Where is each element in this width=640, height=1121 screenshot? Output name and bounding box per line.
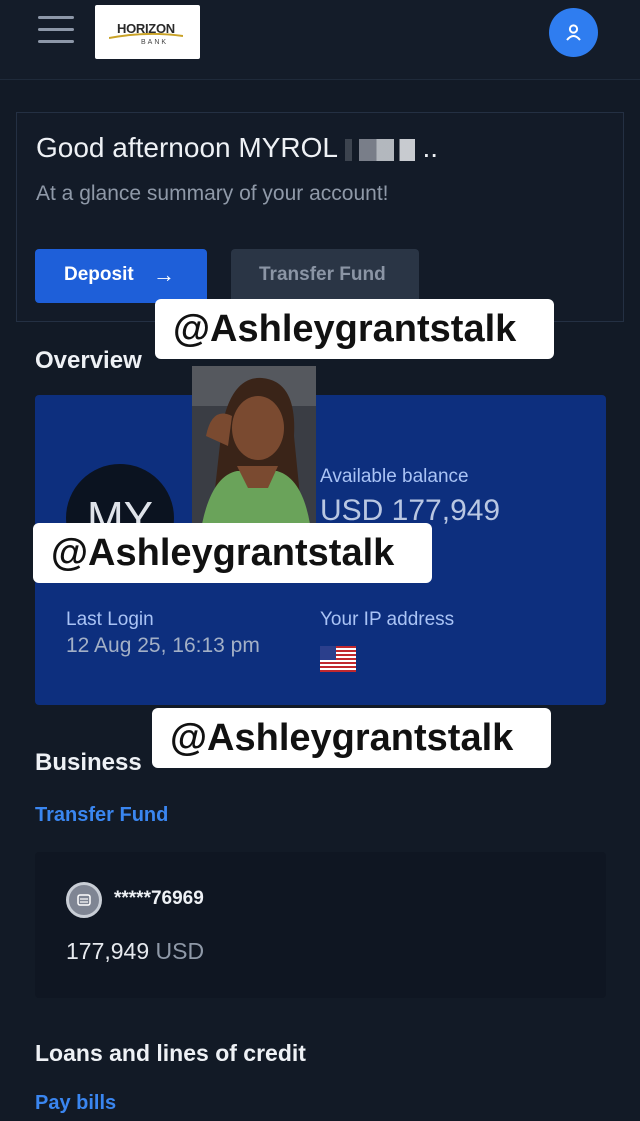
greeting-suffix: .. [422, 132, 439, 163]
hamburger-menu-icon[interactable] [38, 16, 74, 46]
redacted-name [344, 138, 415, 161]
deposit-label: Deposit [64, 264, 134, 285]
last-login-label: Last Login [66, 609, 154, 630]
greeting-text: Good afternoon MYROL [36, 132, 337, 163]
summary-subtitle: At a glance summary of your account! [36, 182, 389, 205]
transfer-fund-link[interactable]: Transfer Fund [35, 804, 168, 827]
watermark-label: @Ashleygrantstalk [33, 523, 432, 583]
logo-sub: BANK [141, 39, 169, 46]
account-balance-amount: 177,949 [66, 938, 150, 964]
user-icon [566, 24, 581, 41]
profile-button[interactable] [549, 8, 598, 57]
business-account-title: Business [35, 749, 142, 776]
account-balance: 177,949 USD [66, 938, 204, 965]
greeting-heading: Good afternoon MYROL .. [36, 132, 438, 164]
pay-bills-link[interactable]: Pay bills [35, 1092, 116, 1115]
overlay-photo [192, 366, 316, 524]
transfer-fund-label: Transfer Fund [259, 264, 386, 285]
ip-address-label: Your IP address [320, 609, 455, 630]
account-balance-currency: USD [155, 938, 205, 964]
top-bar: HORIZON BANK [0, 0, 640, 80]
watermark-label: @Ashleygrantstalk [155, 299, 554, 359]
overview-title: Overview [35, 347, 142, 374]
loans-title: Loans and lines of credit [35, 1040, 306, 1066]
deposit-button[interactable]: Deposit → [35, 249, 207, 303]
transfer-fund-button[interactable]: Transfer Fund [231, 249, 419, 303]
account-number: *****76969 [114, 888, 204, 909]
account-card[interactable] [35, 852, 606, 998]
arrow-right-icon: → [153, 262, 175, 287]
last-login-value: 12 Aug 25, 16:13 pm [66, 634, 260, 657]
available-balance-label: Available balance [320, 466, 469, 487]
us-flag-icon [320, 646, 356, 672]
bank-logo[interactable]: HORIZON BANK [95, 5, 200, 59]
watermark-label: @Ashleygrantstalk [152, 708, 551, 768]
account-icon [66, 882, 102, 918]
